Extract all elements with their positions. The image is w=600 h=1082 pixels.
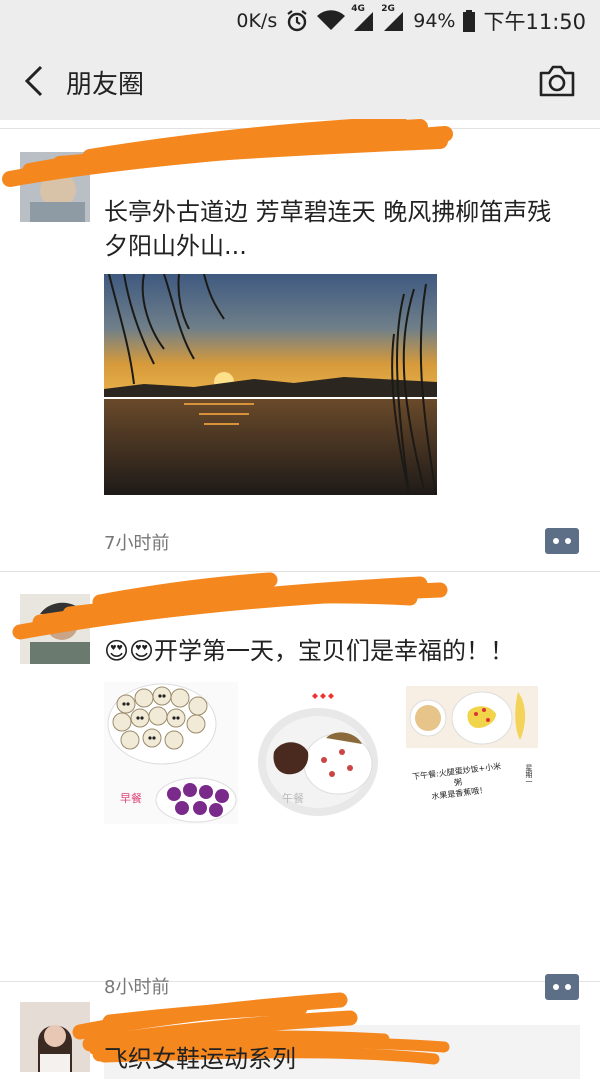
name-redaction-scribble: [12, 572, 448, 640]
lunch-photo[interactable]: 午餐: [254, 682, 388, 824]
name-redaction-scribble: [2, 119, 453, 187]
dinner-side-label: 星期一: [525, 764, 533, 785]
moment-post: 长亭外古道边 芳草碧连天 晚风拂柳笛声残 夕阳山外山... 7小时前: [0, 119, 600, 572]
page-title: 朋友圈: [66, 70, 145, 100]
clock: 下午11:50: [483, 10, 586, 34]
g2-label: 2G: [381, 4, 395, 14]
back-icon[interactable]: [18, 62, 50, 100]
net-speed: 0K/s: [236, 10, 278, 32]
camera-icon[interactable]: [538, 64, 576, 98]
nav-bar: 朋友圈: [0, 42, 600, 120]
signal-icon: 2G: [381, 4, 405, 32]
alarm-icon: [285, 9, 309, 33]
lte-label: 4G: [351, 4, 365, 14]
wifi-icon: [317, 10, 346, 32]
lunch-label: 午餐: [282, 792, 304, 805]
post-time: 7小时前: [104, 533, 170, 554]
post-text: 长亭外古道边 芳草碧连天 晚风拂柳笛声残 夕阳山外山...: [104, 198, 583, 260]
moment-post: 😍😍开学第一天，宝贝们是幸福的！！ 早餐 午餐 下午餐:火腿蛋炒饭+小米 粥 水…: [0, 572, 600, 1079]
post-text: 😍😍开学第一天，宝贝们是幸福的！！: [104, 637, 515, 665]
status-bar: 0K/s 4G 2G 94% 下午11:50: [0, 0, 600, 42]
signal-icon: 4G: [351, 4, 375, 32]
post-text: 飞织女鞋运动系列: [104, 1045, 296, 1073]
moment-post: 飞织女鞋运动系列: [0, 982, 600, 1082]
breakfast-photo[interactable]: 早餐: [104, 682, 238, 824]
dinner-caption: 下午餐:火腿蛋炒饭+小米 粥 水果是香蕉哦！: [404, 760, 514, 806]
battery-percent: 94%: [413, 10, 456, 32]
breakfast-label: 早餐: [120, 792, 142, 805]
battery-icon: [463, 10, 476, 32]
comment-more-button[interactable]: [545, 528, 579, 554]
sunset-photo[interactable]: [104, 274, 437, 495]
dinner-photo[interactable]: 下午餐:火腿蛋炒饭+小米 粥 水果是香蕉哦！ 星期一: [404, 682, 538, 824]
